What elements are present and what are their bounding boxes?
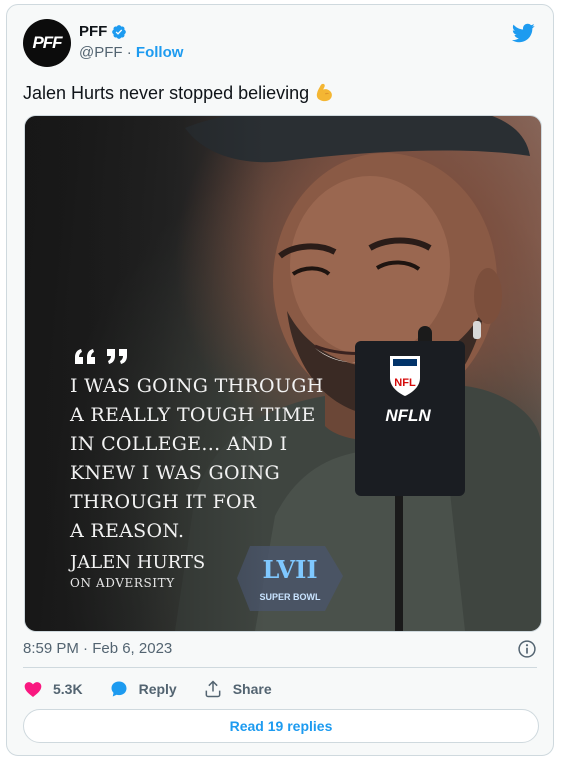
quote-text: I WAS GOING THROUGH A REALLY TOUGH TIME … [70,375,324,542]
reply-label: Reply [138,681,177,697]
avatar[interactable]: PFF [23,19,71,67]
share-label: Share [232,681,272,697]
share-upload-icon [205,680,221,698]
flexed-biceps-icon [317,83,333,102]
heart-icon [24,682,42,697]
tweet-actions: 5.3K Reply Share [23,677,298,701]
share-button[interactable]: Share [203,679,272,699]
tweet-card: PFF PFF @PFF · Follow Jalen Hurts never … [6,4,554,756]
author-handle[interactable]: @PFF [79,44,123,61]
handle-separator: · [126,44,132,61]
quote-subtitle: ON ADVERSITY [70,576,175,590]
reply-bubble-icon [111,681,127,697]
badge-text: SUPER BOWL [259,592,321,602]
svg-text:LVII: LVII [262,555,317,584]
mic-flag-logo: NFL [394,377,416,389]
like-count: 5.3K [53,681,83,697]
tweet-header: PFF PFF @PFF · Follow [23,17,539,67]
read-replies-label: Read 19 replies [229,718,333,734]
handle-row: @PFF · Follow [79,44,183,61]
reply-button[interactable]: Reply [109,679,177,699]
avatar-logo-text: PFF [32,33,62,52]
mic-flag-text: NFLN [385,406,431,425]
quote-marks-icon [75,349,127,364]
tweet-text: Jalen Hurts never stopped believing [23,81,336,104]
divider [23,667,537,668]
verified-badge-icon [112,24,127,39]
read-replies-button[interactable]: Read 19 replies [23,709,539,743]
follow-link[interactable]: Follow [136,44,184,61]
info-icon[interactable] [517,639,537,659]
author-name[interactable]: PFF [79,23,107,40]
tweet-timestamp[interactable]: 8:59 PM · Feb 6, 2023 [23,640,172,657]
author-name-row: PFF [79,23,127,40]
tweet-text-content: Jalen Hurts never stopped believing [23,83,310,103]
twitter-bird-icon[interactable] [511,21,535,45]
tweet-media-image[interactable]: NFL NFLN LVII SUPER BOWL I WAS GOING THR… [24,115,542,632]
quote-author: JALEN HURTS [70,552,206,573]
like-button[interactable]: 5.3K [23,679,83,699]
